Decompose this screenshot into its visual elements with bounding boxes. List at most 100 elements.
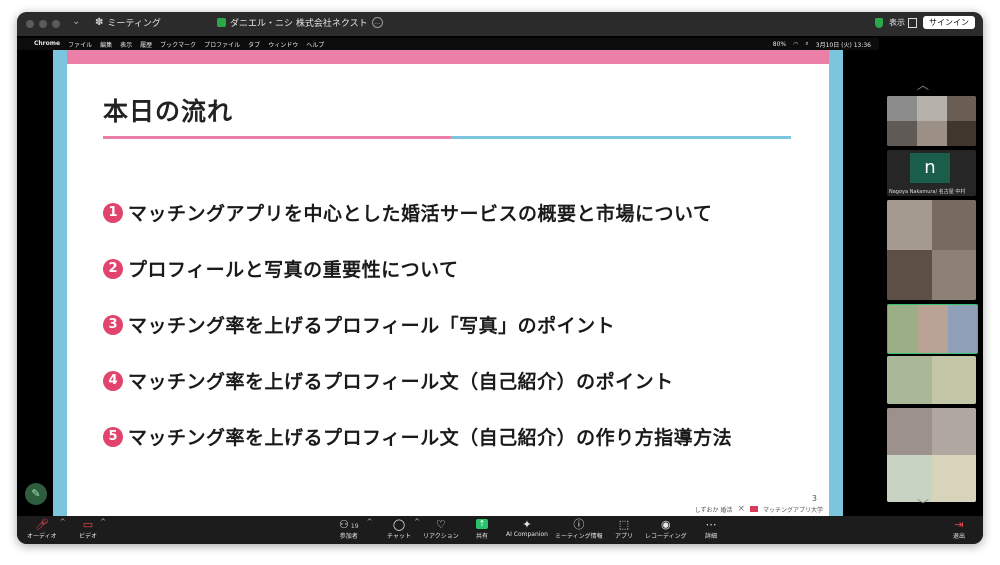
participant-video-tile[interactable] bbox=[887, 408, 976, 502]
caret-up-icon[interactable]: ^ bbox=[414, 518, 420, 526]
menu-item: ファイル bbox=[68, 41, 93, 49]
menu-item: タブ bbox=[248, 41, 261, 49]
record-button[interactable]: ◉ レコーディング bbox=[645, 518, 687, 540]
agenda-item: 5 マッチング率を上げるプロフィール文（自己紹介）の作り方指導方法 bbox=[103, 423, 732, 450]
agenda-item-text: マッチング率を上げるプロフィール「写真」のポイント bbox=[128, 315, 616, 337]
screen-share-indicator[interactable]: ダニエル・ニシ 株式会社ネクスト … bbox=[217, 16, 383, 29]
minimize-window-button[interactable] bbox=[39, 20, 47, 28]
avatar: n bbox=[910, 153, 950, 183]
participant-video-tile[interactable] bbox=[887, 304, 978, 354]
menu-item: ウィンドウ bbox=[268, 41, 299, 49]
more-options-icon[interactable]: … bbox=[371, 17, 383, 28]
agenda-item: 3 マッチング率を上げるプロフィール「写真」のポイント bbox=[103, 311, 615, 338]
info-icon: ⓘ bbox=[573, 518, 585, 531]
record-icon: ◉ bbox=[660, 518, 671, 531]
menu-item: プロファイル bbox=[204, 41, 241, 49]
caret-up-icon[interactable]: ^ bbox=[100, 518, 106, 526]
agenda-item: 1 マッチングアプリを中心とした婚活サービスの概要と市場について bbox=[103, 199, 712, 226]
share-arrow-icon: ↑ bbox=[476, 519, 488, 529]
zoom-window: ⌄ ✽ ミーティング ダニエル・ニシ 株式会社ネクスト … 表示 サインイン C… bbox=[17, 12, 983, 544]
zoom-window-button[interactable] bbox=[52, 20, 60, 28]
chevron-down-icon[interactable]: ﹀ bbox=[917, 496, 929, 513]
close-window-button[interactable] bbox=[26, 20, 34, 28]
caret-up-icon[interactable]: ^ bbox=[367, 518, 373, 526]
participant-video-tile[interactable] bbox=[887, 356, 976, 404]
menu-item: ブックマーク bbox=[160, 41, 197, 49]
audio-button[interactable]: 🎤︎ オーディオ ^ bbox=[27, 518, 66, 540]
participant-video-tile[interactable] bbox=[887, 200, 976, 300]
search-icon: ⌕ bbox=[805, 40, 809, 47]
view-icon bbox=[908, 17, 917, 28]
menu-item: 表示 bbox=[120, 41, 133, 49]
heart-icon: ♡ bbox=[435, 518, 446, 531]
caret-up-icon[interactable]: ^ bbox=[60, 518, 66, 526]
agenda-item-text: プロフィールと写真の重要性について bbox=[128, 259, 459, 281]
shield-icon[interactable] bbox=[875, 17, 883, 28]
slide-left-band bbox=[53, 50, 67, 516]
title-rule-pink bbox=[103, 136, 451, 139]
participants-icon: ⚇ 19 bbox=[339, 518, 359, 531]
battery-level: 80% bbox=[772, 40, 787, 48]
participant-gallery: ︿ n Nagoya Nakamura/ 名古屋 中村 ﹀ bbox=[879, 36, 983, 516]
shared-mac-menubar: Chrome ファイル 編集 表示 履歴 ブックマーク プロファイル タブ ウィ… bbox=[17, 38, 879, 50]
agenda-number-badge: 1 bbox=[103, 202, 123, 223]
more-button[interactable]: ⋯ 詳細 bbox=[705, 518, 717, 540]
screen-share-icon bbox=[217, 18, 226, 27]
slide-top-band bbox=[53, 50, 843, 64]
participant-video-tile[interactable] bbox=[887, 96, 976, 146]
participants-button[interactable]: ⚇ 19 参加者 ^ bbox=[339, 518, 373, 540]
participant-tile-n[interactable]: n Nagoya Nakamura/ 名古屋 中村 bbox=[887, 150, 976, 196]
chat-button[interactable]: ◯ チャット ^ bbox=[387, 518, 420, 540]
title-rule-blue bbox=[451, 136, 791, 139]
agenda-item-text: マッチング率を上げるプロフィール文（自己紹介）の作り方指導方法 bbox=[128, 427, 733, 449]
more-icon: ⋯ bbox=[705, 518, 717, 531]
leave-icon: ⇥ bbox=[954, 518, 964, 531]
agenda-item: 2 プロフィールと写真の重要性について bbox=[103, 255, 459, 282]
logo-left: しずおか 婚活 bbox=[694, 506, 733, 514]
agenda-item-text: マッチングアプリを中心とした婚活サービスの概要と市場について bbox=[128, 203, 713, 225]
apps-icon: ⬚ bbox=[618, 518, 630, 531]
slide-page-number: 3 bbox=[811, 494, 817, 503]
logo-mark-icon bbox=[749, 506, 758, 512]
slide-title: 本日の流れ bbox=[103, 97, 234, 126]
agenda-number-badge: 2 bbox=[103, 258, 123, 279]
titlebar-right-group: 表示 サインイン bbox=[875, 16, 975, 29]
share-button[interactable]: ↑ 共有 bbox=[476, 518, 488, 540]
meeting-app-label: ✽ ミーティング bbox=[95, 17, 161, 29]
slide-footer-logos: しずおか 婚活 × マッチングアプリ大学 bbox=[695, 504, 823, 514]
participant-name: Nagoya Nakamura/ 名古屋 中村 bbox=[889, 189, 966, 195]
signin-button[interactable]: サインイン bbox=[923, 16, 975, 29]
sparkle-icon: ✦ bbox=[522, 518, 532, 531]
logo-right: マッチングアプリ大学 bbox=[762, 506, 823, 514]
view-button[interactable]: 表示 bbox=[889, 17, 917, 28]
slide-right-band bbox=[829, 50, 843, 516]
logo-cross: × bbox=[737, 504, 745, 514]
meeting-toolbar: 🎤︎ オーディオ ^ ▭ ビデオ ^ ⚇ 19 参加者 ^ ◯ チャット ^ ♡ … bbox=[17, 516, 983, 544]
agenda-number-badge: 3 bbox=[103, 314, 123, 335]
chevron-up-icon[interactable]: ︿ bbox=[917, 76, 929, 93]
mic-muted-icon: 🎤︎ bbox=[34, 518, 49, 531]
apps-button[interactable]: ⬚ アプリ bbox=[615, 518, 633, 540]
video-button[interactable]: ▭ ビデオ ^ bbox=[79, 518, 106, 540]
leave-button[interactable]: ⇥ 退出 bbox=[953, 518, 965, 540]
agenda-number-badge: 5 bbox=[103, 426, 123, 447]
chat-icon: ◯ bbox=[392, 518, 406, 531]
menu-item: ヘルプ bbox=[306, 41, 325, 49]
chevron-down-icon[interactable]: ⌄ bbox=[72, 16, 80, 27]
menu-item: 履歴 bbox=[140, 41, 153, 49]
presentation-slide: 本日の流れ 1 マッチングアプリを中心とした婚活サービスの概要と市場について 2… bbox=[53, 50, 843, 516]
window-titlebar: ⌄ ✽ ミーティング ダニエル・ニシ 株式会社ネクスト … 表示 サインイン bbox=[17, 12, 983, 36]
agenda-item-text: マッチング率を上げるプロフィール文（自己紹介）のポイント bbox=[128, 371, 674, 393]
reactions-button[interactable]: ♡ リアクション bbox=[423, 518, 459, 540]
ai-companion-button[interactable]: ✦ AI Companion bbox=[506, 518, 548, 538]
mac-status-area: 80% ◠ ⌕ 3月10日 (火) 13:36 bbox=[773, 40, 871, 49]
wifi-icon: ◠ bbox=[793, 40, 799, 48]
annotate-pen-button[interactable]: ✎ bbox=[25, 483, 47, 505]
agenda-number-badge: 4 bbox=[103, 370, 123, 391]
meeting-info-button[interactable]: ⓘ ミーティング情報 bbox=[555, 518, 603, 540]
menu-item: 編集 bbox=[100, 41, 113, 49]
video-off-icon: ▭ bbox=[82, 518, 94, 531]
menu-app-name: Chrome bbox=[34, 39, 61, 47]
paw-icon: ✽ bbox=[95, 17, 104, 28]
menubar-datetime: 3月10日 (火) 13:36 bbox=[815, 41, 871, 49]
